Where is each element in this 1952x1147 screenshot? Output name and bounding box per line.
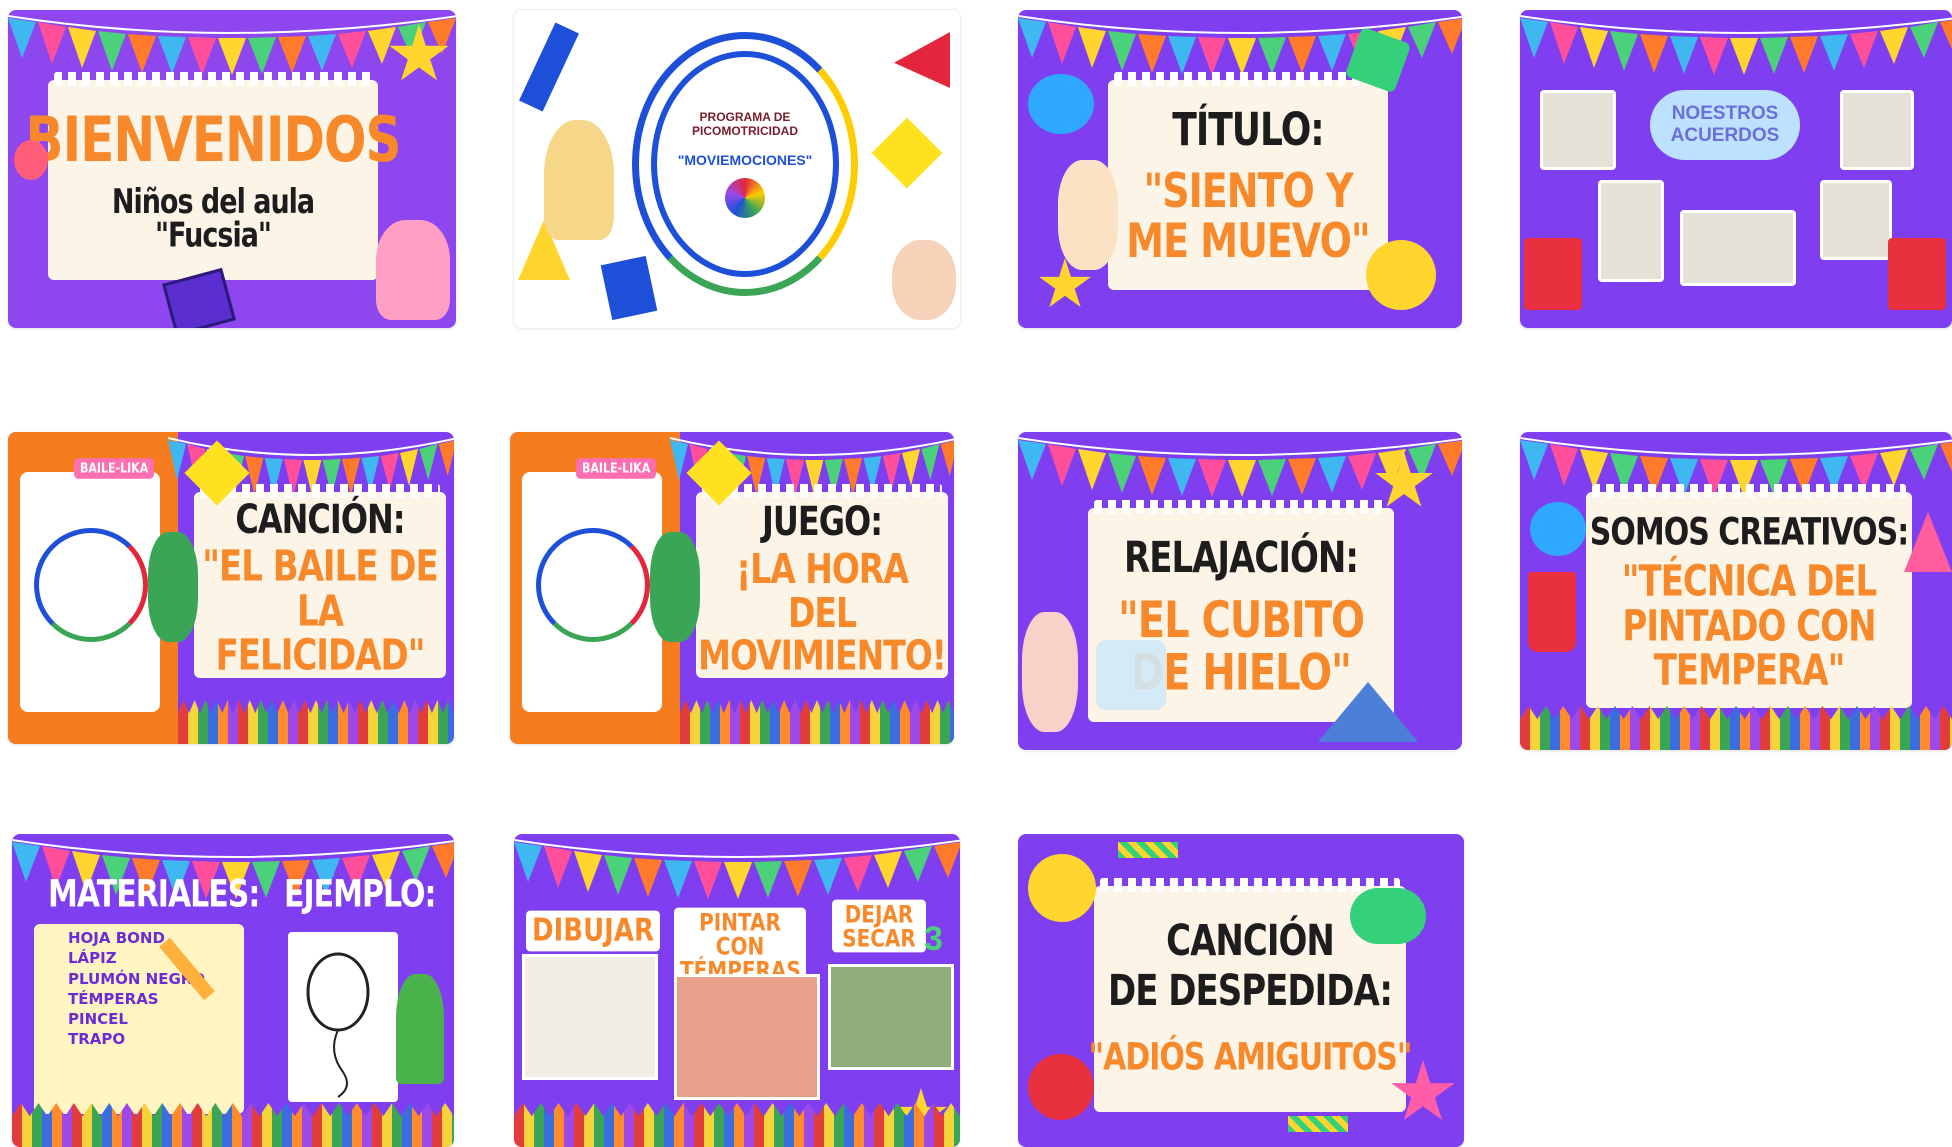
yellow-triangle-shape bbox=[518, 220, 570, 280]
slide-heading: SOMOS CREATIVOS: bbox=[1589, 510, 1909, 555]
pencils-border bbox=[178, 700, 454, 744]
pencils-border bbox=[514, 1103, 960, 1147]
slide-thumbnail-2[interactable]: PROGRAMA DE PICOMOTRICIDAD "MOVIEMOCIONE… bbox=[514, 10, 960, 328]
drying-photo bbox=[828, 964, 954, 1070]
agreement-picture-3 bbox=[1598, 180, 1664, 282]
slide-heading-line-1: CANCIÓN bbox=[1166, 916, 1335, 967]
slide-text: "EL CUBITO DE HIELO" bbox=[1117, 592, 1365, 702]
agreement-picture-1 bbox=[1540, 90, 1616, 170]
bunting-decoration bbox=[8, 15, 456, 76]
slide-heading: JUEGO: bbox=[761, 497, 883, 545]
logo-line-1: PROGRAMA DE bbox=[699, 110, 791, 124]
slide-text: ¡LA HORA DEL MOVIMIENTO! bbox=[698, 544, 947, 680]
blue-rectangle-shape bbox=[519, 22, 579, 112]
step-2-label: PINTAR CON TÉMPERAS bbox=[674, 907, 806, 985]
plant-pot-icon bbox=[396, 974, 444, 1084]
pencils-border bbox=[12, 1103, 454, 1147]
slide-thumbnail-6[interactable]: BAILE-LIKA JUEGO: ¡LA HORA DEL MOVIMIENT… bbox=[510, 432, 954, 744]
blue-splat-character-icon bbox=[1028, 74, 1094, 134]
star-character-icon bbox=[389, 24, 449, 81]
slide-text: "SIENTO Y ME MUEVO" bbox=[1126, 163, 1370, 269]
title-card: CANCIÓN DE DESPEDIDA: "ADIÓS AMIGUITOS" bbox=[1088, 878, 1413, 1112]
star-character-icon bbox=[1039, 258, 1091, 308]
zigzag-icon bbox=[1118, 842, 1178, 858]
title-card: JUEGO: ¡LA HORA DEL MOVIMIENTO! bbox=[696, 484, 948, 680]
colorful-flower-icon bbox=[725, 178, 765, 218]
red-triangle-shape bbox=[894, 32, 950, 88]
example-paper bbox=[288, 932, 398, 1102]
material-item: HOJA BOND bbox=[68, 929, 165, 947]
agreement-picture-4 bbox=[1680, 210, 1796, 286]
pencils-border bbox=[1520, 706, 1952, 750]
program-logo-small bbox=[34, 528, 148, 642]
sun-character-icon bbox=[1366, 240, 1436, 310]
balloons-icon bbox=[14, 140, 48, 180]
title-card: RELAJACIÓN: "EL CUBITO DE HIELO" bbox=[1088, 500, 1394, 722]
slide-thumbnail-8[interactable]: SOMOS CREATIVOS: "TÉCNICA DEL PINTADO CO… bbox=[1520, 432, 1952, 750]
tag-label: BAILE-LIKA bbox=[74, 458, 155, 479]
slide-text: "ADIÓS AMIGUITOS" bbox=[1088, 1035, 1412, 1080]
girl-cheerleader-icon bbox=[544, 120, 614, 240]
logo-line-2: PICOMOTRICIDAD bbox=[692, 124, 798, 138]
title-card: CANCIÓN: "EL BAILE DE LA FELICIDAD" bbox=[194, 484, 446, 682]
title-card: TÍTULO: "SIENTO Y ME MUEVO" bbox=[1108, 72, 1388, 290]
step-3-number: 3 bbox=[924, 920, 943, 958]
program-logo: PROGRAMA DE PICOMOTRICIDAD "MOVIEMOCIONE… bbox=[632, 32, 858, 296]
title-card: BIENVENIDOS Niños del aula "Fucsia" bbox=[25, 72, 402, 280]
yellow-diamond-icon bbox=[871, 117, 943, 189]
slide-heading: RELAJACIÓN: bbox=[1124, 533, 1359, 583]
step-3-label: DEJAR SECAR bbox=[832, 899, 926, 953]
tag-label: BAILE-LIKA bbox=[576, 458, 657, 479]
step-1-label: DIBUJAR bbox=[526, 910, 661, 952]
agreement-picture-2 bbox=[1840, 90, 1914, 170]
program-logo-small bbox=[536, 528, 650, 642]
balloon-drawing-icon bbox=[306, 952, 370, 1098]
slide-text: "TÉCNICA DEL PINTADO CON TEMPERA" bbox=[1621, 557, 1877, 697]
gift-box-icon bbox=[1524, 238, 1582, 310]
zigzag-icon bbox=[1288, 1116, 1348, 1132]
slide-heading-line-2: DE DESPEDIDA: bbox=[1107, 966, 1393, 1017]
materials-list: HOJA BOND LÁPIZ PLUMÓN NEGRO TÉMPERAS PI… bbox=[68, 928, 205, 1050]
cloud-label: NOESTROS ACUERDOS bbox=[1650, 90, 1800, 160]
slide-text: "EL BAILE DE LA FELICIDAD" bbox=[202, 542, 439, 682]
slide-heading: TÍTULO: bbox=[1172, 104, 1324, 157]
blue-splat-character-icon bbox=[1530, 502, 1586, 556]
kids-dancing-icon bbox=[892, 240, 956, 320]
pencils-border bbox=[680, 700, 954, 744]
slide-thumbnail-7[interactable]: RELAJACIÓN: "EL CUBITO DE HIELO" bbox=[1018, 432, 1462, 750]
logo-program-name: "MOVIEMOCIONES" bbox=[677, 152, 813, 168]
materials-heading: MATERIALES: bbox=[48, 872, 260, 917]
slide-heading: NOESTROS ACUERDOS bbox=[1670, 103, 1780, 146]
drawing-photo bbox=[522, 954, 658, 1080]
slide-thumbnail-9[interactable]: MATERIALES: EJEMPLO: HOJA BOND LÁPIZ PLU… bbox=[12, 834, 454, 1147]
example-heading: EJEMPLO: bbox=[284, 872, 437, 917]
slide-title: BIENVENIDOS bbox=[25, 103, 401, 176]
gift-box-icon bbox=[1888, 238, 1946, 310]
slide-thumbnail-5[interactable]: BAILE-LIKA CANCIÓN: "EL BAILE DE LA FELI… bbox=[8, 432, 454, 744]
material-item: TRAPO bbox=[68, 1030, 126, 1049]
paint-cup-icon bbox=[1528, 572, 1576, 652]
slide-thumbnail-1[interactable]: BIENVENIDOS Niños del aula "Fucsia" bbox=[8, 10, 456, 328]
slide-thumbnail-10[interactable]: DIBUJAR PINTAR CON TÉMPERAS DEJAR SECAR … bbox=[514, 834, 960, 1147]
slide-heading: CANCIÓN: bbox=[235, 495, 405, 544]
material-item: LÁPIZ bbox=[68, 949, 117, 968]
slide-thumbnail-4[interactable]: NOESTROS ACUERDOS bbox=[1520, 10, 1952, 328]
girl-character-icon bbox=[1022, 612, 1078, 732]
slide-thumbnail-11[interactable]: CANCIÓN DE DESPEDIDA: "ADIÓS AMIGUITOS" bbox=[1018, 834, 1464, 1147]
blue-square-shape bbox=[600, 255, 658, 321]
yellow-flower-character-icon bbox=[1028, 854, 1096, 922]
slide-thumbnail-3[interactable]: TÍTULO: "SIENTO Y ME MUEVO" bbox=[1018, 10, 1462, 328]
painting-photo bbox=[674, 974, 820, 1100]
bunting-decoration bbox=[514, 839, 960, 900]
bunting-decoration bbox=[1520, 15, 1952, 76]
material-item: TÉMPERAS bbox=[68, 989, 159, 1008]
slide-subtitle: Niños del aula "Fucsia" bbox=[111, 183, 315, 256]
pink-monster-icon bbox=[376, 220, 450, 320]
title-card: SOMOS CREATIVOS: "TÉCNICA DEL PINTADO CO… bbox=[1586, 484, 1912, 708]
bunting-decoration bbox=[1018, 15, 1462, 76]
red-character-icon bbox=[1028, 1054, 1094, 1120]
material-item: PINCEL bbox=[68, 1010, 128, 1028]
material-item: PLUMÓN NEGRO bbox=[68, 969, 206, 988]
agreement-picture-5 bbox=[1820, 180, 1892, 260]
